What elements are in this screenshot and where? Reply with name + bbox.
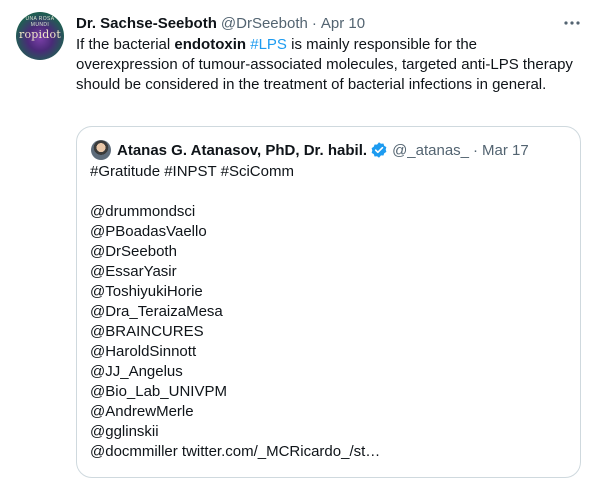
quoted-tweet-text: #Gratitude #INPST #SciComm @drummondsci @P… xyxy=(90,162,570,462)
mention-line[interactable]: @JJ_Angelus xyxy=(90,362,570,382)
separator-dot: · xyxy=(311,14,317,32)
bold-text: endotoxin xyxy=(174,36,247,53)
quoted-author-handle[interactable]: @_atanas_ xyxy=(392,142,469,159)
quoted-author-avatar[interactable] xyxy=(91,140,111,160)
mention-line[interactable]: @Dra_TeraizaMesa xyxy=(90,302,570,322)
quoted-tweet[interactable]: Atanas G. Atanasov, PhD, Dr. habil. @_at… xyxy=(76,126,581,478)
avatar-logo-text: ropidot xyxy=(19,28,61,41)
mention-line[interactable]: @EssarYasir xyxy=(90,262,570,282)
tweet-date[interactable]: Apr 10 xyxy=(321,15,365,32)
mention-line[interactable]: @DrSeeboth xyxy=(90,242,570,262)
quoted-tweet-header: Atanas G. Atanasov, PhD, Dr. habil. @_at… xyxy=(91,140,529,160)
verified-badge-icon xyxy=(370,141,388,159)
author-name[interactable]: Dr. Sachse-Seeboth xyxy=(76,15,217,32)
avatar-ring-text: UNA ROSA MUNDI xyxy=(25,16,55,28)
text-segment: If the bacterial xyxy=(76,36,175,53)
mention-line[interactable]: @Bio_Lab_UNIVPM xyxy=(90,382,570,402)
quoted-author-name[interactable]: Atanas G. Atanasov, PhD, Dr. habil. xyxy=(117,142,367,159)
tweet-header: Dr. Sachse-Seeboth @DrSeeboth · Apr 10 xyxy=(76,13,365,33)
more-options-button[interactable] xyxy=(561,13,583,33)
separator-dot: · xyxy=(473,141,479,159)
hashtag-link[interactable]: #LPS xyxy=(250,36,287,53)
mention-line[interactable]: @gglinskii xyxy=(90,422,570,442)
tweet[interactable]: UNA ROSA MUNDI ropidot Dr. Sachse-Seebot… xyxy=(0,0,598,480)
mention-line[interactable]: @HaroldSinnott xyxy=(90,342,570,362)
quoted-tweet-date[interactable]: Mar 17 xyxy=(482,142,529,159)
mention-line[interactable]: @docmmiller twitter.com/_MCRicardo_/st… xyxy=(90,442,570,462)
mention-line[interactable]: @PBoadasVaello xyxy=(90,222,570,242)
mention-line[interactable]: @drummondsci xyxy=(90,202,570,222)
mention-line[interactable]: @AndrewMerle xyxy=(90,402,570,422)
mention-line[interactable]: @BRAINCURES xyxy=(90,322,570,342)
author-avatar[interactable]: UNA ROSA MUNDI ropidot xyxy=(16,12,64,60)
more-horizontal-icon xyxy=(563,14,581,32)
hashtags-line[interactable]: #Gratitude #INPST #SciComm xyxy=(90,162,570,182)
tweet-text: If the bacterial endotoxin #LPS is mainl… xyxy=(76,35,576,95)
mention-line[interactable]: @ToshiyukiHorie xyxy=(90,282,570,302)
author-handle[interactable]: @DrSeeboth xyxy=(221,15,308,32)
